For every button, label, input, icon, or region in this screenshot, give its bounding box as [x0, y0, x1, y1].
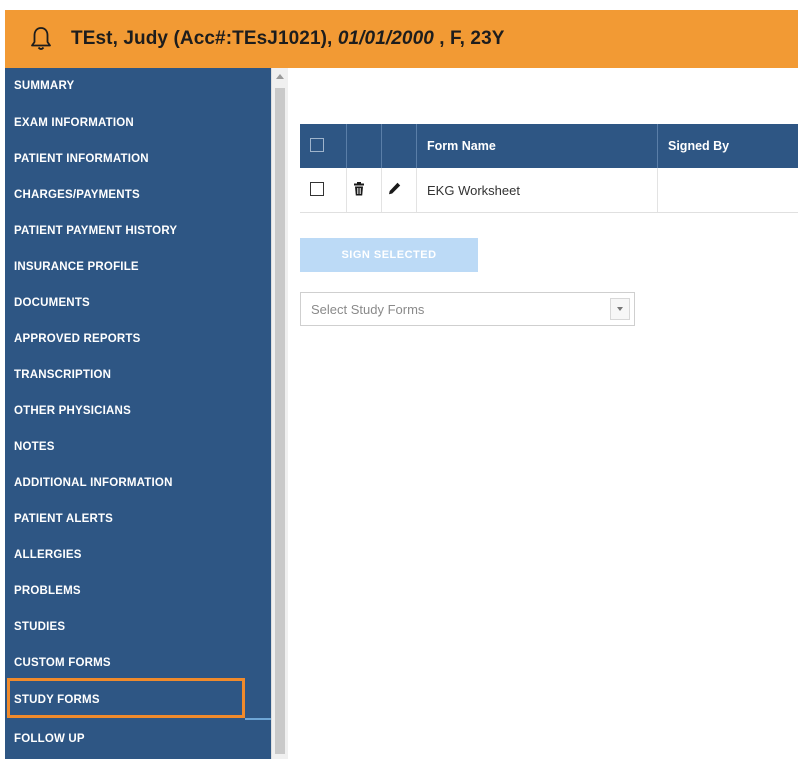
table-row: EKG Worksheet [300, 168, 798, 213]
edit-cell [381, 168, 417, 213]
sign-selected-button[interactable]: SIGN SELECTED [300, 238, 478, 272]
sidebar-item-allergies[interactable]: ALLERGIES [5, 538, 271, 572]
sidebar-item-charges-payments[interactable]: CHARGES/PAYMENTS [5, 178, 271, 212]
scrollbar-thumb[interactable] [275, 88, 285, 754]
study-forms-table: Form Name Signed By EKG Worksheet [300, 124, 798, 213]
sidebar-item-problems[interactable]: PROBLEMS [5, 574, 271, 608]
form-name-cell[interactable]: EKG Worksheet [416, 168, 658, 213]
row-checkbox-cell [300, 168, 347, 213]
edit-column-header [381, 124, 417, 168]
sidebar-item-notes[interactable]: NOTES [5, 430, 271, 464]
study-forms-select-placeholder: Select Study Forms [311, 301, 425, 317]
sidebar-item-other-physicians[interactable]: OTHER PHYSICIANS [5, 394, 271, 428]
trash-icon[interactable] [353, 181, 365, 196]
patient-header: TEst, Judy (Acc#:TEsJ1021), 01/01/2000 ,… [0, 0, 798, 68]
sidebar-item-patient-payment-history[interactable]: PATIENT PAYMENT HISTORY [5, 214, 271, 248]
patient-dob: 01/01/2000 [337, 28, 434, 49]
signed-by-cell [657, 168, 798, 213]
sidebar-scrollbar[interactable] [271, 68, 288, 759]
sidebar-nav: SUMMARY EXAM INFORMATION PATIENT INFORMA… [5, 68, 271, 759]
chevron-down-icon [617, 307, 623, 311]
sidebar-item-approved-reports[interactable]: APPROVED REPORTS [5, 322, 271, 356]
sidebar-item-patient-alerts[interactable]: PATIENT ALERTS [5, 502, 271, 536]
sidebar-item-additional-information[interactable]: ADDITIONAL INFORMATION [5, 466, 271, 500]
sidebar-item-exam-information[interactable]: EXAM INFORMATION [5, 106, 271, 140]
main-content: Form Name Signed By EKG Worksheet SIGN S… [288, 68, 798, 759]
delete-cell [346, 168, 382, 213]
patient-sex-age: , F, 23Y [439, 28, 505, 49]
scroll-up-arrow-icon[interactable] [276, 74, 284, 79]
sidebar-item-summary[interactable]: SUMMARY [5, 69, 271, 103]
active-item-highlight [7, 678, 245, 718]
select-all-cell [300, 124, 347, 168]
bell-icon[interactable] [29, 25, 53, 53]
sidebar-item-patient-information[interactable]: PATIENT INFORMATION [5, 142, 271, 176]
sidebar-item-custom-forms[interactable]: CUSTOM FORMS [5, 646, 271, 680]
active-item-underline [245, 718, 271, 720]
column-header-form-name[interactable]: Form Name [416, 124, 658, 168]
delete-column-header [346, 124, 382, 168]
select-all-checkbox[interactable] [310, 137, 324, 152]
patient-name-account: TEst, Judy (Acc#:TEsJ1021), [71, 28, 333, 49]
column-header-signed-by[interactable]: Signed By [658, 124, 798, 168]
select-dropdown-button[interactable] [610, 298, 630, 320]
sidebar-item-transcription[interactable]: TRANSCRIPTION [5, 358, 271, 392]
row-checkbox[interactable] [310, 181, 324, 196]
sidebar-item-documents[interactable]: DOCUMENTS [5, 286, 271, 320]
study-forms-select[interactable]: Select Study Forms [300, 292, 635, 326]
sidebar-item-follow-up[interactable]: FOLLOW UP [5, 722, 271, 756]
pencil-edit-icon[interactable] [388, 182, 401, 195]
table-header-row: Form Name Signed By [300, 124, 798, 168]
sidebar-item-insurance-profile[interactable]: INSURANCE PROFILE [5, 250, 271, 284]
patient-title: TEst, Judy (Acc#:TEsJ1021), 01/01/2000 ,… [71, 28, 505, 50]
sidebar-item-studies[interactable]: STUDIES [5, 610, 271, 644]
patient-banner: TEst, Judy (Acc#:TEsJ1021), 01/01/2000 ,… [5, 10, 798, 68]
